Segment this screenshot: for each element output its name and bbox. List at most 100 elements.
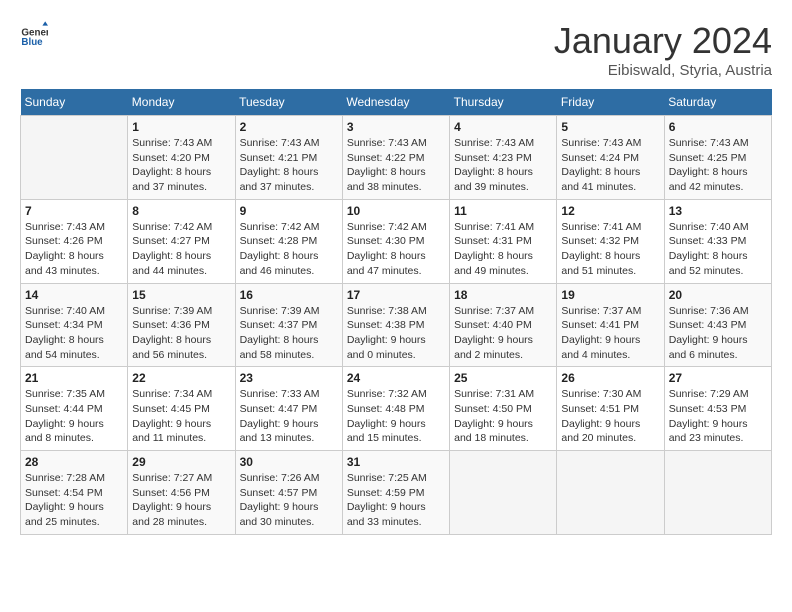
logo-icon: General Blue — [20, 20, 48, 48]
day-number: 20 — [669, 288, 767, 302]
day-number: 19 — [561, 288, 659, 302]
calendar-cell: 4 Sunrise: 7:43 AMSunset: 4:23 PMDaylight… — [450, 116, 557, 200]
calendar-cell: 26 Sunrise: 7:30 AMSunset: 4:51 PMDayligh… — [557, 367, 664, 451]
calendar-cell: 21 Sunrise: 7:35 AMSunset: 4:44 PMDayligh… — [21, 367, 128, 451]
day-number: 27 — [669, 371, 767, 385]
day-info: Sunrise: 7:40 AMSunset: 4:33 PMDaylight:… — [669, 220, 767, 279]
day-info: Sunrise: 7:40 AMSunset: 4:34 PMDaylight:… — [25, 304, 123, 363]
day-number: 21 — [25, 371, 123, 385]
day-number: 12 — [561, 204, 659, 218]
calendar-cell: 12 Sunrise: 7:41 AMSunset: 4:32 PMDayligh… — [557, 199, 664, 283]
day-info: Sunrise: 7:42 AMSunset: 4:27 PMDaylight:… — [132, 220, 230, 279]
calendar-header-row: SundayMondayTuesdayWednesdayThursdayFrid… — [21, 89, 772, 116]
day-number: 17 — [347, 288, 445, 302]
column-header-monday: Monday — [128, 89, 235, 116]
day-info: Sunrise: 7:28 AMSunset: 4:54 PMDaylight:… — [25, 471, 123, 530]
day-number: 3 — [347, 120, 445, 134]
calendar-cell — [664, 451, 771, 535]
day-info: Sunrise: 7:38 AMSunset: 4:38 PMDaylight:… — [347, 304, 445, 363]
day-number: 8 — [132, 204, 230, 218]
day-number: 26 — [561, 371, 659, 385]
day-info: Sunrise: 7:43 AMSunset: 4:24 PMDaylight:… — [561, 136, 659, 195]
calendar-cell: 27Sunrise: 7:29 AMSunset: 4:53 PMDayligh… — [664, 367, 771, 451]
calendar-cell: 16 Sunrise: 7:39 AMSunset: 4:37 PMDayligh… — [235, 283, 342, 367]
day-info: Sunrise: 7:30 AMSunset: 4:51 PMDaylight:… — [561, 387, 659, 446]
week-row-4: 21 Sunrise: 7:35 AMSunset: 4:44 PMDayligh… — [21, 367, 772, 451]
calendar: SundayMondayTuesdayWednesdayThursdayFrid… — [20, 89, 772, 535]
day-number: 14 — [25, 288, 123, 302]
day-info: Sunrise: 7:27 AMSunset: 4:56 PMDaylight:… — [132, 471, 230, 530]
day-number: 1 — [132, 120, 230, 134]
day-number: 13 — [669, 204, 767, 218]
day-number: 11 — [454, 204, 552, 218]
day-info: Sunrise: 7:42 AMSunset: 4:30 PMDaylight:… — [347, 220, 445, 279]
calendar-cell: 11 Sunrise: 7:41 AMSunset: 4:31 PMDayligh… — [450, 199, 557, 283]
calendar-cell: 2Sunrise: 7:43 AMSunset: 4:21 PMDaylight… — [235, 116, 342, 200]
day-number: 28 — [25, 455, 123, 469]
calendar-cell: 29 Sunrise: 7:27 AMSunset: 4:56 PMDayligh… — [128, 451, 235, 535]
column-header-thursday: Thursday — [450, 89, 557, 116]
day-number: 4 — [454, 120, 552, 134]
day-number: 30 — [240, 455, 338, 469]
day-info: Sunrise: 7:41 AMSunset: 4:32 PMDaylight:… — [561, 220, 659, 279]
calendar-cell: 3 Sunrise: 7:43 AMSunset: 4:22 PMDaylight… — [342, 116, 449, 200]
calendar-cell: 15 Sunrise: 7:39 AMSunset: 4:36 PMDayligh… — [128, 283, 235, 367]
calendar-cell — [557, 451, 664, 535]
calendar-cell: 22 Sunrise: 7:34 AMSunset: 4:45 PMDayligh… — [128, 367, 235, 451]
location-title: Eibiswald, Styria, Austria — [554, 62, 772, 79]
day-info: Sunrise: 7:26 AMSunset: 4:57 PMDaylight:… — [240, 471, 338, 530]
column-header-friday: Friday — [557, 89, 664, 116]
column-header-sunday: Sunday — [21, 89, 128, 116]
calendar-cell: 25 Sunrise: 7:31 AMSunset: 4:50 PMDayligh… — [450, 367, 557, 451]
calendar-cell: 8 Sunrise: 7:42 AMSunset: 4:27 PMDaylight… — [128, 199, 235, 283]
day-info: Sunrise: 7:35 AMSunset: 4:44 PMDaylight:… — [25, 387, 123, 446]
calendar-cell: 31Sunrise: 7:25 AMSunset: 4:59 PMDayligh… — [342, 451, 449, 535]
calendar-cell: 5 Sunrise: 7:43 AMSunset: 4:24 PMDaylight… — [557, 116, 664, 200]
day-info: Sunrise: 7:39 AMSunset: 4:37 PMDaylight:… — [240, 304, 338, 363]
day-number: 29 — [132, 455, 230, 469]
day-info: Sunrise: 7:43 AMSunset: 4:26 PMDaylight:… — [25, 220, 123, 279]
svg-text:Blue: Blue — [21, 37, 43, 48]
calendar-cell: 28 Sunrise: 7:28 AMSunset: 4:54 PMDayligh… — [21, 451, 128, 535]
calendar-cell: 13 Sunrise: 7:40 AMSunset: 4:33 PMDayligh… — [664, 199, 771, 283]
day-info: Sunrise: 7:31 AMSunset: 4:50 PMDaylight:… — [454, 387, 552, 446]
column-header-wednesday: Wednesday — [342, 89, 449, 116]
day-info: Sunrise: 7:37 AMSunset: 4:40 PMDaylight:… — [454, 304, 552, 363]
header: General Blue January 2024 Eibiswald, Sty… — [20, 20, 772, 79]
logo: General Blue — [20, 20, 48, 48]
day-info: Sunrise: 7:43 AMSunset: 4:20 PMDaylight:… — [132, 136, 230, 195]
day-info: Sunrise: 7:34 AMSunset: 4:45 PMDaylight:… — [132, 387, 230, 446]
week-row-1: 1 Sunrise: 7:43 AMSunset: 4:20 PMDaylight… — [21, 116, 772, 200]
day-info: Sunrise: 7:43 AMSunset: 4:25 PMDaylight:… — [669, 136, 767, 195]
day-info: Sunrise: 7:43 AMSunset: 4:21 PMDaylight:… — [240, 136, 338, 195]
month-title: January 2024 — [554, 20, 772, 62]
day-info: Sunrise: 7:39 AMSunset: 4:36 PMDaylight:… — [132, 304, 230, 363]
day-number: 7 — [25, 204, 123, 218]
day-number: 5 — [561, 120, 659, 134]
week-row-3: 14 Sunrise: 7:40 AMSunset: 4:34 PMDayligh… — [21, 283, 772, 367]
day-number: 10 — [347, 204, 445, 218]
day-number: 15 — [132, 288, 230, 302]
calendar-cell: 10 Sunrise: 7:42 AMSunset: 4:30 PMDayligh… — [342, 199, 449, 283]
day-info: Sunrise: 7:33 AMSunset: 4:47 PMDaylight:… — [240, 387, 338, 446]
day-number: 22 — [132, 371, 230, 385]
day-info: Sunrise: 7:43 AMSunset: 4:22 PMDaylight:… — [347, 136, 445, 195]
calendar-cell: 18Sunrise: 7:37 AMSunset: 4:40 PMDayligh… — [450, 283, 557, 367]
day-info: Sunrise: 7:32 AMSunset: 4:48 PMDaylight:… — [347, 387, 445, 446]
week-row-5: 28 Sunrise: 7:28 AMSunset: 4:54 PMDayligh… — [21, 451, 772, 535]
column-header-saturday: Saturday — [664, 89, 771, 116]
week-row-2: 7 Sunrise: 7:43 AMSunset: 4:26 PMDaylight… — [21, 199, 772, 283]
calendar-cell: 1 Sunrise: 7:43 AMSunset: 4:20 PMDaylight… — [128, 116, 235, 200]
day-number: 23 — [240, 371, 338, 385]
day-info: Sunrise: 7:41 AMSunset: 4:31 PMDaylight:… — [454, 220, 552, 279]
day-number: 6 — [669, 120, 767, 134]
day-number: 25 — [454, 371, 552, 385]
day-info: Sunrise: 7:25 AMSunset: 4:59 PMDaylight:… — [347, 471, 445, 530]
day-number: 16 — [240, 288, 338, 302]
calendar-cell: 23 Sunrise: 7:33 AMSunset: 4:47 PMDayligh… — [235, 367, 342, 451]
calendar-cell: 30 Sunrise: 7:26 AMSunset: 4:57 PMDayligh… — [235, 451, 342, 535]
calendar-cell — [450, 451, 557, 535]
day-info: Sunrise: 7:43 AMSunset: 4:23 PMDaylight:… — [454, 136, 552, 195]
calendar-cell: 14 Sunrise: 7:40 AMSunset: 4:34 PMDayligh… — [21, 283, 128, 367]
day-info: Sunrise: 7:36 AMSunset: 4:43 PMDaylight:… — [669, 304, 767, 363]
